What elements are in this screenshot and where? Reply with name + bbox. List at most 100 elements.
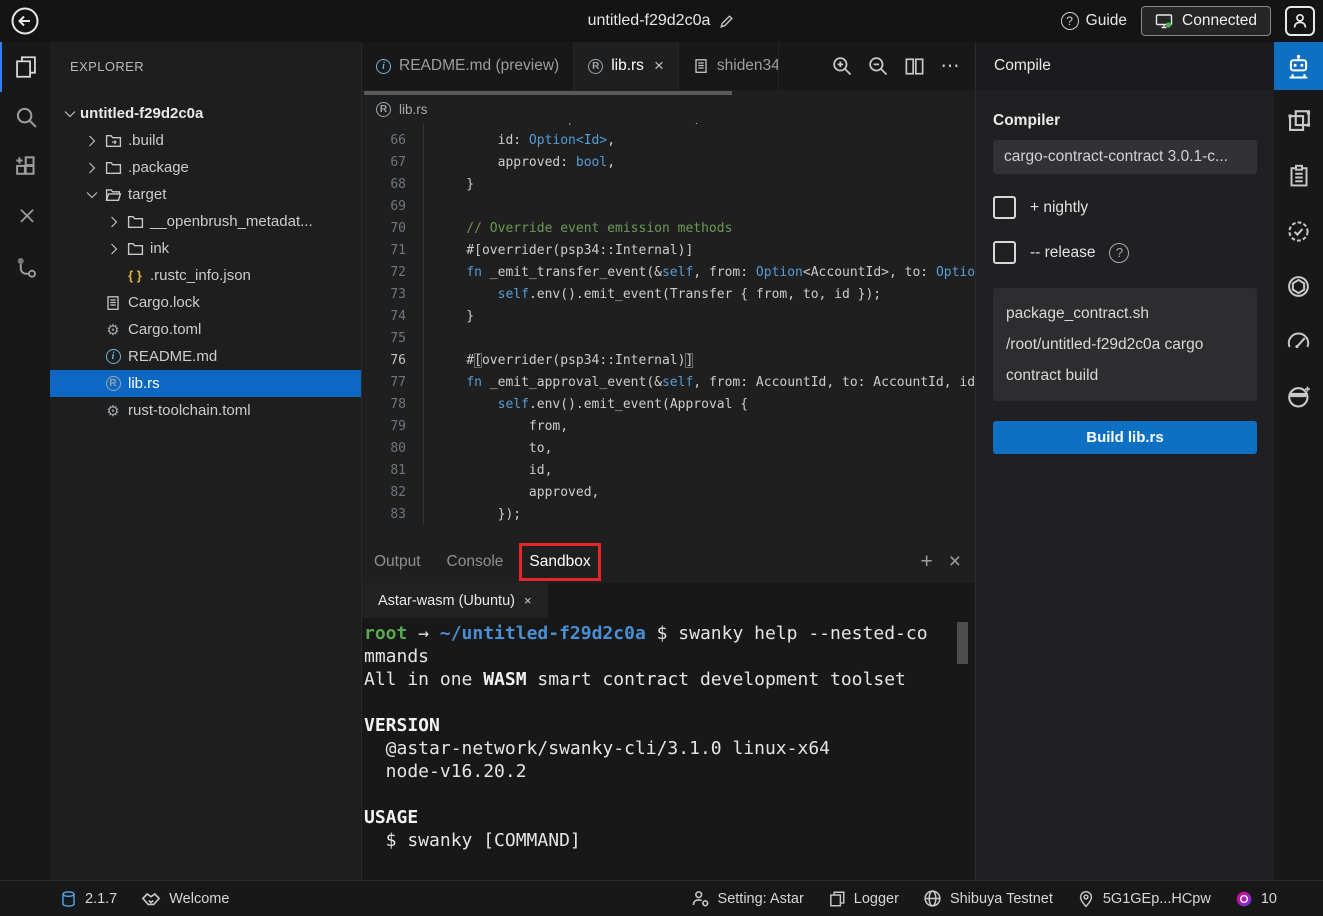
code-line-74[interactable]: 74 } bbox=[362, 305, 975, 327]
status-logger[interactable]: Logger bbox=[828, 890, 899, 908]
activity-item-openai[interactable] bbox=[1274, 262, 1323, 310]
code-line-80[interactable]: 80 to, bbox=[362, 437, 975, 459]
code-line-66[interactable]: 66 id: Option<Id>, bbox=[362, 129, 975, 151]
status-setting[interactable]: Setting: Astar bbox=[691, 889, 804, 908]
tree-item-target[interactable]: target bbox=[50, 181, 361, 208]
status-network[interactable]: Shibuya Testnet bbox=[923, 889, 1053, 908]
activity-item-extensions[interactable] bbox=[0, 142, 50, 192]
code-line-83[interactable]: 83 }); bbox=[362, 503, 975, 525]
panel-tab-output[interactable]: Output bbox=[374, 553, 421, 571]
activity-item-verified-badge[interactable] bbox=[1274, 207, 1323, 255]
code-line-70[interactable]: 70 // Override event emission methods bbox=[362, 217, 975, 239]
compiler-select[interactable]: cargo-contract-contract 3.0.1-c... bbox=[993, 140, 1257, 174]
scrollbar-thumb[interactable] bbox=[364, 91, 732, 95]
code-editor[interactable]: 65 to: Option<AccountId>,66 id: Option<I… bbox=[362, 123, 975, 540]
status-version[interactable]: 2.1.7 bbox=[60, 890, 117, 908]
activity-item-source-graph[interactable] bbox=[0, 242, 50, 292]
avatar-button[interactable] bbox=[1285, 6, 1315, 36]
tree-item-readme-md[interactable]: iREADME.md bbox=[50, 343, 361, 370]
activity-item-clipboard[interactable] bbox=[1274, 152, 1323, 200]
code-text: #[overrider(psp34::Internal)] bbox=[423, 349, 693, 371]
build-button[interactable]: Build lib.rs bbox=[993, 421, 1257, 454]
tab-lib-rs[interactable]: Rlib.rs× bbox=[574, 42, 679, 90]
breadcrumb[interactable]: R lib.rs bbox=[362, 96, 975, 123]
rust-icon: R bbox=[106, 376, 121, 391]
new-terminal-button[interactable]: + bbox=[920, 550, 932, 574]
code-line-82[interactable]: 82 approved, bbox=[362, 481, 975, 503]
tab-label: README.md (preview) bbox=[399, 57, 559, 75]
code-line-77[interactable]: 77 fn _emit_approval_event(&self, from: … bbox=[362, 371, 975, 393]
activity-item-artboard[interactable] bbox=[1274, 97, 1323, 145]
line-number: 81 bbox=[362, 463, 423, 478]
chevron-right-icon bbox=[104, 214, 124, 230]
toolbar-split-editor-button[interactable] bbox=[901, 53, 927, 79]
connected-button[interactable]: Connected bbox=[1141, 6, 1271, 36]
gauge-icon bbox=[1286, 329, 1311, 354]
tree-item--build[interactable]: .build bbox=[50, 127, 361, 154]
tree-item-cargo-lock[interactable]: Cargo.lock bbox=[50, 289, 361, 316]
tree-item-lib-rs[interactable]: Rlib.rs bbox=[50, 370, 361, 397]
panel-tab-console[interactable]: Console bbox=[447, 553, 504, 571]
activity-item-gauge[interactable] bbox=[1274, 317, 1323, 365]
status-account[interactable]: 5G1GEp...HCpw bbox=[1077, 890, 1211, 908]
line-number: 67 bbox=[362, 155, 423, 170]
tab-shiden34[interactable]: shiden34 bbox=[679, 42, 779, 90]
code-line-75[interactable]: 75 bbox=[362, 327, 975, 349]
activity-item-cool-face[interactable] bbox=[1274, 372, 1323, 420]
code-line-78[interactable]: 78 self.env().emit_event(Approval { bbox=[362, 393, 975, 415]
activity-item-explorer[interactable] bbox=[0, 42, 50, 92]
release-row: -- release ? bbox=[993, 241, 1257, 264]
code-line-67[interactable]: 67 approved: bool, bbox=[362, 151, 975, 173]
activity-bar-right bbox=[1274, 42, 1323, 880]
code-text: self.env().emit_event(Approval { bbox=[423, 393, 748, 415]
code-line-73[interactable]: 73 self.env().emit_event(Transfer { from… bbox=[362, 283, 975, 305]
activity-item-compile-robot[interactable] bbox=[1274, 42, 1323, 90]
tree-item-ink[interactable]: ink bbox=[50, 235, 361, 262]
status-welcome[interactable]: Welcome bbox=[141, 889, 229, 909]
activity-item-collapse[interactable] bbox=[0, 192, 50, 242]
status-label: 2.1.7 bbox=[85, 891, 117, 907]
nightly-checkbox[interactable] bbox=[993, 196, 1016, 219]
close-panel-button[interactable]: × bbox=[949, 550, 961, 574]
code-line-68[interactable]: 68 } bbox=[362, 173, 975, 195]
nightly-row: + nightly bbox=[993, 196, 1257, 219]
code-line-79[interactable]: 79 from, bbox=[362, 415, 975, 437]
folder-icon bbox=[105, 159, 122, 176]
code-text bbox=[423, 327, 435, 349]
code-line-72[interactable]: 72 fn _emit_transfer_event(&self, from: … bbox=[362, 261, 975, 283]
activity-item-search[interactable] bbox=[0, 92, 50, 142]
code-line-81[interactable]: 81 id, bbox=[362, 459, 975, 481]
terminal-output[interactable]: root → ~/untitled-f29d2c0a $ swanky help… bbox=[362, 618, 975, 880]
code-text: id, bbox=[423, 459, 552, 481]
tree-item-rust-toolchain-toml[interactable]: ⚙rust-toolchain.toml bbox=[50, 397, 361, 424]
guide-button[interactable]: ? Guide bbox=[1061, 12, 1127, 30]
toolbar-more-actions-button[interactable]: ⋯ bbox=[937, 53, 963, 79]
status-label: 10 bbox=[1261, 891, 1277, 907]
tab-readme-md-preview-[interactable]: iREADME.md (preview) bbox=[362, 42, 574, 90]
release-checkbox[interactable] bbox=[993, 241, 1016, 264]
line-number: 83 bbox=[362, 507, 423, 522]
tree-item--openbrush-metadat-[interactable]: __openbrush_metadat... bbox=[50, 208, 361, 235]
code-line-71[interactable]: 71 #[overrider(psp34::Internal)] bbox=[362, 239, 975, 261]
chevron-right-icon bbox=[104, 241, 124, 257]
close-icon[interactable]: × bbox=[524, 593, 532, 608]
release-help-icon[interactable]: ? bbox=[1109, 243, 1129, 263]
close-icon[interactable]: × bbox=[654, 56, 664, 76]
terminal-session-tab[interactable]: Astar-wasm (Ubuntu) × bbox=[362, 583, 548, 618]
toolbar-zoom-in-button[interactable] bbox=[829, 53, 855, 79]
toolbar-zoom-out-button[interactable] bbox=[865, 53, 891, 79]
tree-item-untitled-f29d2c0a[interactable]: untitled-f29d2c0a bbox=[50, 100, 361, 127]
code-line-76[interactable]: 76 #[overrider(psp34::Internal)] bbox=[362, 349, 975, 371]
chevron-right-icon bbox=[82, 160, 102, 176]
tree-item-cargo-toml[interactable]: ⚙Cargo.toml bbox=[50, 316, 361, 343]
panel-tab-sandbox[interactable]: Sandbox bbox=[529, 553, 590, 571]
terminal-scrollbar[interactable] bbox=[957, 622, 968, 664]
chevron-down-icon bbox=[82, 187, 102, 203]
tree-item--package[interactable]: .package bbox=[50, 154, 361, 181]
status-balance[interactable]: 10 bbox=[1235, 890, 1277, 908]
chevron-right-icon bbox=[82, 133, 102, 149]
code-line-69[interactable]: 69 bbox=[362, 195, 975, 217]
pencil-icon[interactable] bbox=[718, 13, 735, 30]
tree-item--rustc-info-json[interactable]: { }.rustc_info.json bbox=[50, 262, 361, 289]
code-text: fn _emit_approval_event(&self, from: Acc… bbox=[423, 371, 975, 393]
